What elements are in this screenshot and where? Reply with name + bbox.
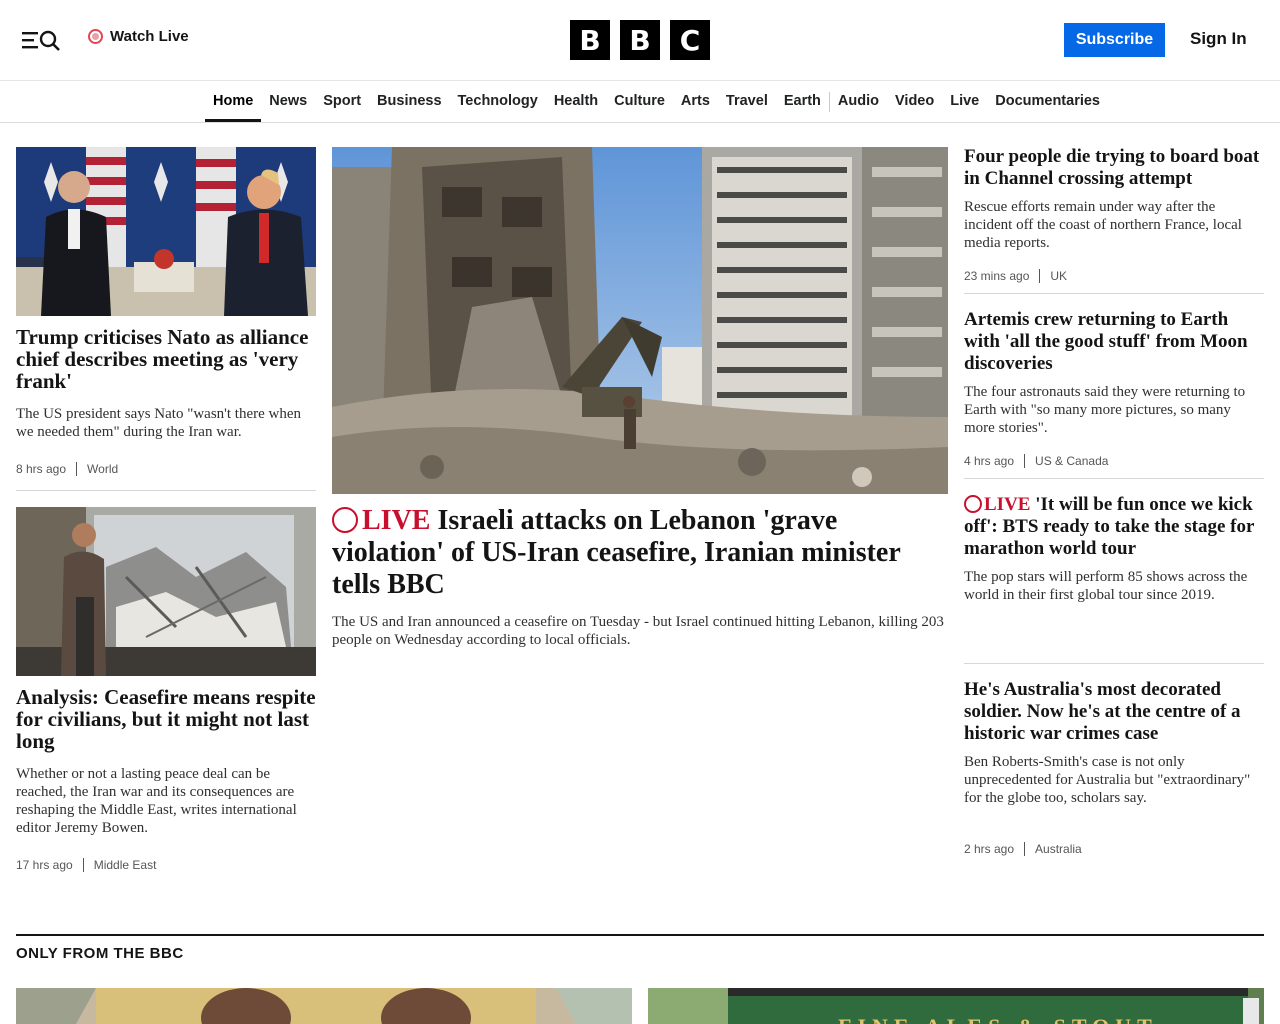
- site-header: Watch Live B B C Subscribe Sign In: [0, 0, 1280, 81]
- story-topic-link[interactable]: Australia: [1035, 842, 1082, 856]
- nav-item-earth[interactable]: Earth: [776, 81, 829, 122]
- bbc-logo[interactable]: B B C: [570, 20, 710, 60]
- main-story-summary: The US and Iran announced a ceasefire on…: [332, 614, 944, 648]
- live-label: LIVE: [984, 494, 1031, 515]
- subscribe-button[interactable]: Subscribe: [1064, 23, 1165, 57]
- logo-letter: B: [620, 20, 660, 60]
- story-headline[interactable]: Four people die trying to board boat in …: [964, 146, 1264, 190]
- story-summary: Whether or not a lasting peace deal can …: [16, 766, 297, 836]
- main-nav: Home News Sport Business Technology Heal…: [0, 81, 1280, 123]
- live-icon: [964, 495, 982, 514]
- pub-sign-text: FINE ALES & STOUT: [838, 1014, 1158, 1024]
- story-meta: 8 hrs ago World: [16, 462, 118, 476]
- story-headline[interactable]: Analysis: Ceasefire means respite for ci…: [16, 686, 316, 752]
- nav-item-home[interactable]: Home: [205, 81, 262, 122]
- story-topic-link[interactable]: World: [87, 462, 118, 476]
- story-headline[interactable]: Trump criticises Nato as alliance chief …: [16, 326, 316, 392]
- nav-item-news[interactable]: News: [261, 81, 315, 122]
- live-icon: [332, 507, 358, 534]
- story-divider: [964, 663, 1264, 664]
- live-badge: LIVE: [332, 505, 430, 536]
- meta-separator: [1024, 842, 1026, 856]
- story-summary: The US president says Nato "wasn't there…: [16, 406, 302, 440]
- menu-search-button[interactable]: [20, 28, 62, 52]
- nav-item-technology[interactable]: Technology: [450, 81, 546, 122]
- story-image-rubble-window[interactable]: [16, 507, 316, 676]
- menu-icon: [22, 30, 60, 51]
- feature-image-pub-sign[interactable]: FINE ALES & STOUT: [648, 988, 1264, 1024]
- meta-separator: [1024, 454, 1026, 468]
- section-rule: [16, 934, 1264, 936]
- story-image-nato-meeting[interactable]: [16, 147, 316, 316]
- story-topic-link[interactable]: UK: [1050, 269, 1067, 283]
- story-meta: 23 mins ago UK: [964, 269, 1067, 283]
- nav-item-arts[interactable]: Arts: [673, 81, 718, 122]
- story-summary: The four astronauts said they were retur…: [964, 384, 1246, 436]
- story-headline[interactable]: Artemis crew returning to Earth with 'al…: [964, 309, 1264, 375]
- live-label: LIVE: [362, 505, 431, 536]
- main-story-headline[interactable]: LIVE Israeli attacks on Lebanon 'grave v…: [332, 505, 948, 601]
- story-timestamp: 8 hrs ago: [16, 462, 67, 476]
- logo-letter: C: [670, 20, 710, 60]
- story-headline[interactable]: LIVE 'It will be fun once we kick off': …: [964, 494, 1264, 560]
- nav-items: Home News Sport Business Technology Heal…: [205, 81, 1108, 122]
- story-summary: Rescue efforts remain under way after th…: [964, 199, 1242, 251]
- story-timestamp: 23 mins ago: [964, 269, 1030, 283]
- sign-in-link[interactable]: Sign In: [1190, 29, 1247, 49]
- story-timestamp: 2 hrs ago: [964, 842, 1015, 856]
- nav-item-culture[interactable]: Culture: [606, 81, 673, 122]
- watch-live-link[interactable]: Watch Live: [88, 28, 189, 45]
- feature-image-coins[interactable]: [16, 988, 632, 1024]
- story-divider: [964, 478, 1264, 479]
- section-title: ONLY FROM THE BBC: [16, 945, 184, 962]
- story-meta: 4 hrs ago US & Canada: [964, 454, 1108, 468]
- watch-live-label: Watch Live: [110, 28, 189, 45]
- story-summary: Ben Roberts-Smith's case is not only unp…: [964, 754, 1251, 806]
- story-headline[interactable]: He's Australia's most decorated soldier.…: [964, 679, 1264, 745]
- live-badge: LIVE: [964, 494, 1030, 515]
- story-divider: [16, 490, 316, 491]
- story-meta: 2 hrs ago Australia: [964, 842, 1082, 856]
- story-topic-link[interactable]: Middle East: [94, 858, 157, 872]
- story-topic-link[interactable]: US & Canada: [1035, 454, 1108, 468]
- nav-item-travel[interactable]: Travel: [718, 81, 776, 122]
- nav-item-health[interactable]: Health: [546, 81, 606, 122]
- story-meta: 17 hrs ago Middle East: [16, 858, 156, 872]
- nav-item-video[interactable]: Video: [887, 81, 942, 122]
- live-indicator-icon: [88, 29, 103, 44]
- story-timestamp: 17 hrs ago: [16, 858, 73, 872]
- logo-letter: B: [570, 20, 610, 60]
- nav-item-audio[interactable]: Audio: [830, 81, 887, 122]
- nav-item-documentaries[interactable]: Documentaries: [987, 81, 1108, 122]
- main-story-image-destroyed-buildings[interactable]: [332, 147, 948, 494]
- story-timestamp: 4 hrs ago: [964, 454, 1015, 468]
- story-summary: The pop stars will perform 85 shows acro…: [964, 569, 1248, 603]
- nav-item-sport[interactable]: Sport: [315, 81, 369, 122]
- meta-separator: [76, 462, 78, 476]
- nav-item-business[interactable]: Business: [369, 81, 449, 122]
- meta-separator: [82, 858, 84, 872]
- story-divider: [964, 293, 1264, 294]
- meta-separator: [1039, 269, 1041, 283]
- nav-item-live[interactable]: Live: [942, 81, 987, 122]
